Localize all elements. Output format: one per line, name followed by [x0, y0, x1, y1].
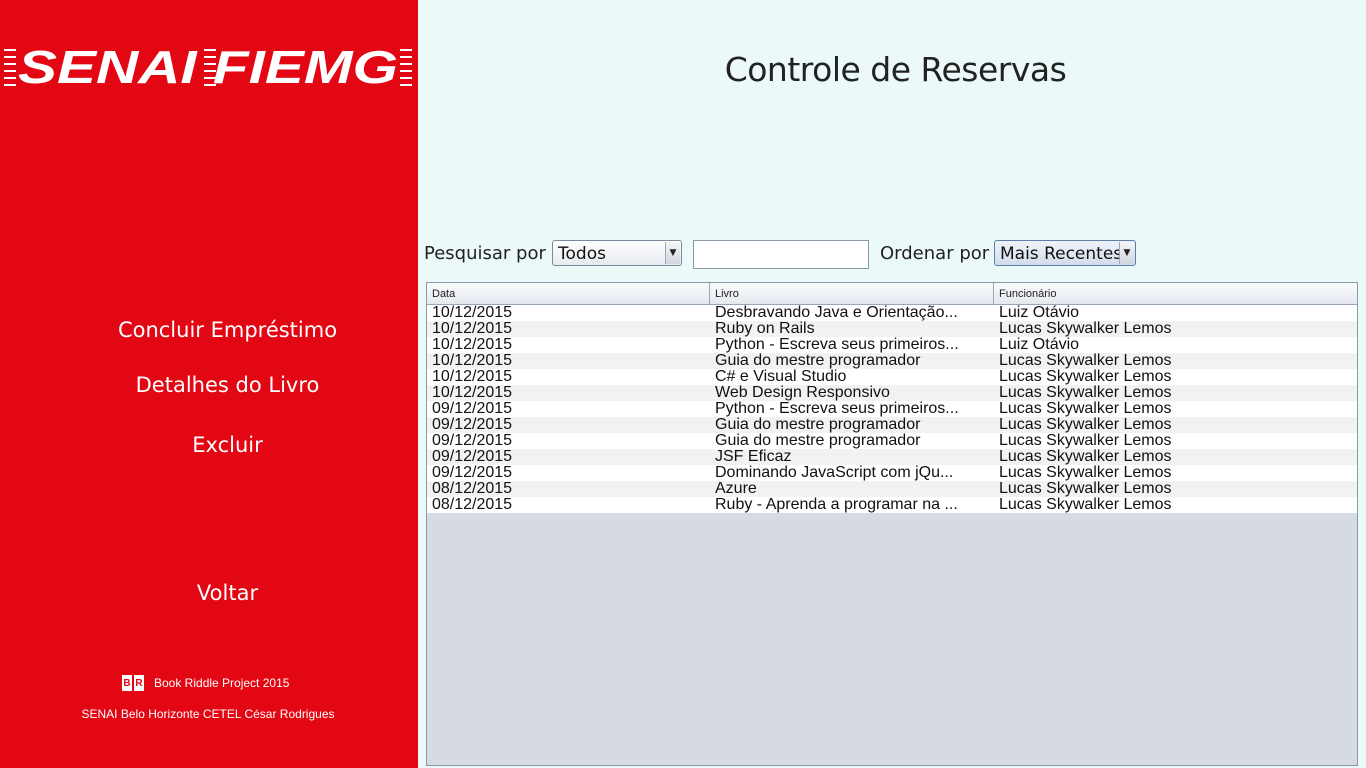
- order-label: Ordenar por: [880, 243, 990, 264]
- table-row[interactable]: 09/12/2015 Guia do mestre programador Luca…: [427, 417, 1357, 433]
- table-row[interactable]: 10/12/2015 Python - Escreva seus primeiro…: [427, 337, 1357, 353]
- column-header-livro[interactable]: Livro: [710, 283, 994, 304]
- cell-data: 09/12/2015: [432, 417, 513, 433]
- cell-funcionario: Lucas Skywalker Lemos: [999, 497, 1172, 513]
- cell-funcionario: Lucas Skywalker Lemos: [999, 321, 1172, 337]
- cell-data: 10/12/2015: [432, 385, 513, 401]
- search-input[interactable]: [693, 240, 869, 269]
- search-filter-select[interactable]: Todos ▼: [552, 240, 682, 266]
- table-body: 10/12/2015 Desbravando Java e Orientação.…: [427, 305, 1357, 513]
- cell-funcionario: Lucas Skywalker Lemos: [999, 433, 1172, 449]
- book-riddle-logo-icon: B R: [122, 675, 146, 691]
- logo-letter-r: R: [134, 675, 144, 691]
- cell-funcionario: Lucas Skywalker Lemos: [999, 481, 1172, 497]
- cell-livro: C# e Visual Studio: [715, 369, 847, 385]
- cell-funcionario: Lucas Skywalker Lemos: [999, 449, 1172, 465]
- cell-livro: Python - Escreva seus primeiros...: [715, 401, 959, 417]
- table-row[interactable]: 10/12/2015 Web Design Responsivo Lucas Sky…: [427, 385, 1357, 401]
- cell-livro: Guia do mestre programador: [715, 353, 921, 369]
- table-row[interactable]: 10/12/2015 Ruby on Rails Lucas Skywalker L…: [427, 321, 1357, 337]
- cell-data: 09/12/2015: [432, 465, 513, 481]
- cell-data: 09/12/2015: [432, 433, 513, 449]
- chevron-down-icon[interactable]: ▼: [665, 242, 680, 264]
- logo-letter-b: B: [122, 675, 132, 691]
- footer-credit: SENAI Belo Horizonte CETEL César Rodrigu…: [81, 707, 335, 721]
- sidebar: SENAI FIEMG Concluir Empréstimo Detalhes…: [0, 0, 418, 768]
- cell-data: 09/12/2015: [432, 401, 513, 417]
- logo-text: SENAI FIEMG: [18, 44, 398, 88]
- table-row[interactable]: 08/12/2015 Azure Lucas Skywalker Lemos: [427, 481, 1357, 497]
- chevron-down-icon[interactable]: ▼: [1119, 242, 1134, 264]
- cell-data: 10/12/2015: [432, 321, 513, 337]
- table-row[interactable]: 09/12/2015 Python - Escreva seus primeiro…: [427, 401, 1357, 417]
- detalhes-do-livro-button[interactable]: Detalhes do Livro: [0, 373, 455, 397]
- cell-funcionario: Lucas Skywalker Lemos: [999, 385, 1172, 401]
- order-select[interactable]: Mais Recentes ▼: [994, 240, 1136, 266]
- cell-livro: Desbravando Java e Orientação...: [715, 305, 958, 321]
- voltar-button[interactable]: Voltar: [0, 581, 455, 605]
- cell-livro: Ruby - Aprenda a programar na ...: [715, 497, 958, 513]
- table-row[interactable]: 10/12/2015 Guia do mestre programador Luca…: [427, 353, 1357, 369]
- cell-funcionario: Lucas Skywalker Lemos: [999, 401, 1172, 417]
- footer-project-text: Book Riddle Project 2015: [154, 676, 290, 690]
- cell-funcionario: Luiz Otávio: [999, 337, 1080, 353]
- column-header-data[interactable]: Data: [427, 283, 710, 304]
- cell-funcionario: Luiz Otávio: [999, 305, 1080, 321]
- cell-livro: JSF Eficaz: [715, 449, 792, 465]
- table-row[interactable]: 10/12/2015 C# e Visual Studio Lucas Skywal…: [427, 369, 1357, 385]
- cell-livro: Guia do mestre programador: [715, 433, 921, 449]
- excluir-button[interactable]: Excluir: [0, 433, 455, 457]
- table-row[interactable]: 10/12/2015 Desbravando Java e Orientação.…: [427, 305, 1357, 321]
- cell-livro: Dominando JavaScript com jQu...: [715, 465, 954, 481]
- cell-data: 10/12/2015: [432, 353, 513, 369]
- cell-livro: Web Design Responsivo: [715, 385, 890, 401]
- cell-funcionario: Lucas Skywalker Lemos: [999, 417, 1172, 433]
- cell-data: 09/12/2015: [432, 449, 513, 465]
- page-title: Controle de Reservas: [724, 50, 1067, 89]
- order-value: Mais Recentes: [1000, 244, 1123, 264]
- cell-data: 10/12/2015: [432, 305, 513, 321]
- footer-project: B R Book Riddle Project 2015: [122, 673, 289, 693]
- concluir-emprestimo-button[interactable]: Concluir Empréstimo: [0, 318, 455, 342]
- search-label: Pesquisar por: [424, 243, 546, 264]
- column-header-funcionario[interactable]: Funcionário: [994, 283, 1357, 304]
- table-row[interactable]: 09/12/2015 JSF Eficaz Lucas Skywalker Lemo…: [427, 449, 1357, 465]
- table-row[interactable]: 09/12/2015 Dominando JavaScript com jQu..…: [427, 465, 1357, 481]
- cell-livro: Python - Escreva seus primeiros...: [715, 337, 959, 353]
- table-row[interactable]: 08/12/2015 Ruby - Aprenda a programar na …: [427, 497, 1357, 513]
- table-header: Data Livro Funcionário: [427, 283, 1357, 305]
- cell-funcionario: Lucas Skywalker Lemos: [999, 465, 1172, 481]
- search-filter-value: Todos: [558, 244, 606, 264]
- cell-data: 10/12/2015: [432, 369, 513, 385]
- reservations-table[interactable]: Data Livro Funcionário 10/12/2015 Desbrav…: [426, 282, 1358, 766]
- cell-data: 08/12/2015: [432, 497, 513, 513]
- cell-funcionario: Lucas Skywalker Lemos: [999, 369, 1172, 385]
- table-row[interactable]: 09/12/2015 Guia do mestre programador Luca…: [427, 433, 1357, 449]
- cell-livro: Guia do mestre programador: [715, 417, 921, 433]
- cell-livro: Azure: [715, 481, 757, 497]
- cell-data: 08/12/2015: [432, 481, 513, 497]
- cell-data: 10/12/2015: [432, 337, 513, 353]
- cell-funcionario: Lucas Skywalker Lemos: [999, 353, 1172, 369]
- cell-livro: Ruby on Rails: [715, 321, 815, 337]
- senai-fiemg-logo: SENAI FIEMG: [4, 44, 414, 88]
